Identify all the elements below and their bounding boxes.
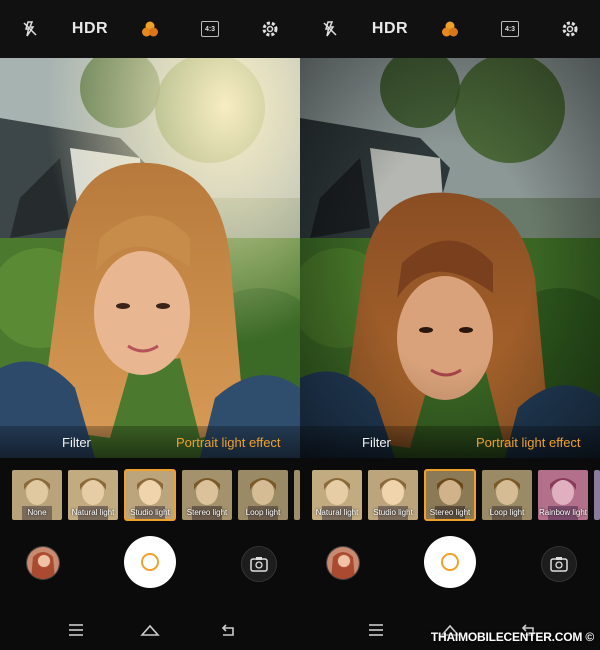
- shutter-ring-icon: [141, 553, 159, 571]
- effect-thumbnail-selected[interactable]: Stereo light: [424, 469, 476, 521]
- filter-tab[interactable]: Filter: [62, 435, 91, 450]
- effect-thumbnail-partial[interactable]: [594, 470, 600, 520]
- portrait-light-effect-tab[interactable]: Portrait light effect: [176, 435, 281, 450]
- menu-icon[interactable]: [366, 620, 386, 640]
- aspect-ratio-button[interactable]: 4:3: [498, 17, 522, 41]
- thumbnail-label: Natural light: [315, 508, 359, 517]
- effect-thumbnail-strip: Natural light Studio light Stereo light …: [300, 464, 600, 524]
- hdr-button[interactable]: HDR: [372, 17, 408, 41]
- switch-camera-icon[interactable]: [541, 546, 577, 582]
- hdr-button[interactable]: HDR: [72, 17, 108, 41]
- thumbnail-label: Studio light: [373, 508, 413, 517]
- thumbnail-label: Studio light: [130, 508, 170, 517]
- shutter-button[interactable]: [424, 536, 476, 588]
- effect-thumbnail[interactable]: Studio light: [368, 470, 418, 520]
- back-icon[interactable]: [218, 620, 238, 640]
- flash-off-icon[interactable]: [18, 17, 42, 41]
- gallery-thumbnail[interactable]: [26, 546, 60, 580]
- navigation-bar: [0, 610, 300, 650]
- filter-effects-icon[interactable]: [438, 17, 462, 41]
- shutter-button[interactable]: [124, 536, 176, 588]
- effect-thumbnail[interactable]: Rainbow light: [538, 470, 588, 520]
- aspect-ratio-label: 4:3: [201, 21, 219, 37]
- camera-viewfinder[interactable]: [0, 58, 300, 458]
- filter-tab[interactable]: Filter: [362, 435, 391, 450]
- watermark-text: THAIMOBILECENTER.COM: [430, 630, 583, 644]
- mode-bar: Filter Portrait light effect: [300, 426, 600, 458]
- aspect-ratio-label: 4:3: [501, 21, 519, 37]
- effect-thumbnail[interactable]: Natural light: [312, 470, 362, 520]
- thumbnail-label: Stereo light: [186, 508, 228, 517]
- effect-thumbnail[interactable]: Loop light: [482, 470, 532, 520]
- thumbnail-label: Loop light: [489, 508, 525, 517]
- effect-thumbnail-selected[interactable]: Studio light: [124, 469, 176, 521]
- thumbnail-label: None: [27, 508, 47, 517]
- thumbnail-label: Natural light: [71, 508, 115, 517]
- camera-screen-right: HDR 4:3 Filter Portrait light effect Nat…: [300, 0, 600, 650]
- camera-viewfinder[interactable]: [300, 58, 600, 458]
- thumbnail-label: Loop light: [245, 508, 281, 517]
- top-bar: HDR 4:3: [300, 0, 600, 58]
- effect-thumbnail-strip: None Natural light Studio light Stereo l…: [0, 464, 300, 524]
- flash-off-icon[interactable]: [318, 17, 342, 41]
- copyright-icon: ©: [585, 630, 594, 644]
- effect-thumbnail[interactable]: Natural light: [68, 470, 118, 520]
- menu-icon[interactable]: [66, 620, 86, 640]
- aspect-ratio-button[interactable]: 4:3: [198, 17, 222, 41]
- camera-screen-left: HDR 4:3 Filter Portrait light effect Non…: [0, 0, 300, 650]
- camera-controls: [0, 530, 300, 600]
- portrait-light-effect-tab[interactable]: Portrait light effect: [476, 435, 581, 450]
- home-icon[interactable]: [140, 620, 160, 640]
- top-bar: HDR 4:3: [0, 0, 300, 58]
- gallery-thumbnail[interactable]: [326, 546, 360, 580]
- shutter-ring-icon: [441, 553, 459, 571]
- thumbnail-label: Rainbow light: [538, 508, 588, 517]
- filter-effects-icon[interactable]: [138, 17, 162, 41]
- thumbnail-label: Stereo light: [429, 508, 471, 517]
- settings-gear-icon[interactable]: [258, 17, 282, 41]
- effect-thumbnail[interactable]: None: [12, 470, 62, 520]
- settings-gear-icon[interactable]: [558, 17, 582, 41]
- camera-controls: [300, 530, 600, 600]
- effect-thumbnail[interactable]: Loop light: [238, 470, 288, 520]
- effect-thumbnail[interactable]: Stereo light: [182, 470, 232, 520]
- switch-camera-icon[interactable]: [241, 546, 277, 582]
- watermark: THAIMOBILECENTER.COM ©: [431, 630, 594, 644]
- mode-bar: Filter Portrait light effect: [0, 426, 300, 458]
